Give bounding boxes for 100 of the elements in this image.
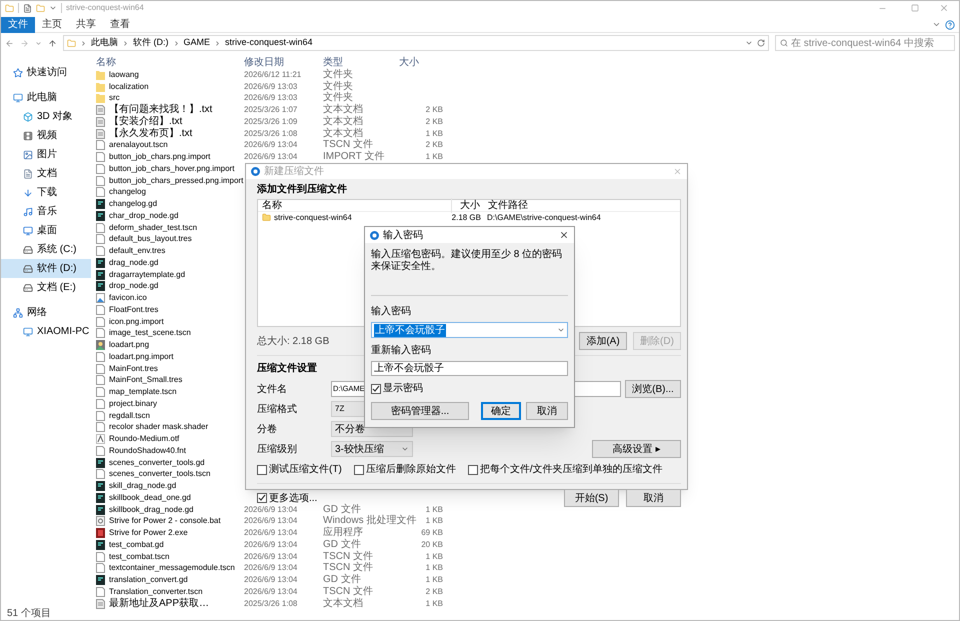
column-header[interactable]: 类型 (323, 54, 399, 70)
checkbox-label[interactable]: 把每个文件/文件夹压缩到单独的压缩文件 (480, 462, 663, 477)
file-name[interactable]: project.binary (109, 400, 158, 408)
file-name[interactable]: regdall.tscn (109, 412, 150, 420)
password-manager-button[interactable]: 密码管理器... (371, 402, 469, 420)
checkbox[interactable] (257, 464, 267, 474)
breadcrumb[interactable]: 此电脑 (91, 36, 118, 50)
refresh-icon[interactable] (757, 39, 765, 47)
file-name[interactable]: test_combat.gd (109, 540, 164, 549)
file-name[interactable]: loadart.png.import (109, 352, 174, 361)
caret-icon[interactable] (49, 4, 57, 12)
file-name[interactable]: textcontainer_messagemodule.tscn (109, 564, 235, 572)
history-caret-icon[interactable] (35, 40, 42, 46)
file-name[interactable]: laowang (109, 70, 139, 79)
file-name[interactable]: favicon.ico (109, 294, 147, 302)
help-icon[interactable] (945, 20, 955, 30)
expand-ribbon-icon[interactable] (932, 20, 941, 29)
file-name[interactable]: MainFont.tres (109, 364, 158, 373)
checkbox[interactable] (468, 464, 478, 474)
up-icon[interactable] (48, 38, 57, 48)
file-name[interactable]: scenes_converter_tools.tscn (109, 470, 210, 478)
file-name[interactable]: skillbook_dead_one.gd (109, 494, 191, 502)
file-name[interactable]: MainFont_Small.tres (109, 376, 182, 384)
sidebar-item[interactable]: 下载 (1, 183, 91, 202)
ok-button[interactable]: 确定 (481, 402, 521, 420)
file-name[interactable]: drop_node.gd (109, 282, 158, 290)
file-name[interactable]: Strive for Power 2 - console.bat (109, 517, 221, 526)
file-name[interactable]: scenes_converter_tools.gd (109, 458, 205, 467)
sidebar-item[interactable]: 图片 (1, 145, 91, 164)
back-icon[interactable] (5, 38, 14, 48)
checkbox-label[interactable]: 测试压缩文件(T) (269, 462, 342, 477)
file-name[interactable]: drag_node.gd (109, 258, 158, 267)
file-name[interactable]: translation_convert.gd (109, 576, 188, 584)
file-name[interactable]: deform_shader_test.tscn (109, 224, 198, 232)
file-name[interactable]: RoundoShadow40.fnt (109, 446, 186, 455)
file-name[interactable]: Translation_converter.tscn (109, 588, 203, 596)
file-name[interactable]: default_bus_layout.tres (109, 235, 192, 244)
file-name[interactable]: default_env.tres (109, 247, 166, 256)
file-name[interactable]: 【安装介绍】.txt (109, 116, 182, 127)
ribbon-tab[interactable]: 查看 (103, 16, 137, 32)
ribbon-tab[interactable]: 共享 (69, 16, 103, 32)
browse-button[interactable]: 浏览(B)... (625, 380, 681, 398)
file-name[interactable]: changelog.gd (109, 200, 158, 208)
file-name[interactable]: 【有问题来找我！】.txt (109, 105, 212, 116)
close-icon[interactable] (559, 230, 569, 240)
ribbon-tab[interactable]: 主页 (35, 16, 69, 32)
checkbox[interactable] (257, 493, 267, 503)
file-name[interactable]: button_job_chars.png.import (109, 153, 210, 162)
file-name[interactable]: char_drop_node.gd (109, 212, 178, 220)
file-name[interactable]: test_combat.tscn (109, 552, 170, 561)
file-name[interactable]: loadart.png (109, 341, 150, 350)
cancel-button[interactable]: 取消 (526, 402, 568, 420)
breadcrumb[interactable]: GAME (184, 36, 210, 50)
level-dropdown[interactable]: 3-较快压缩 (331, 441, 413, 457)
file-name[interactable]: Roundo-Medium.otf (109, 435, 180, 444)
file-name[interactable]: skillbook_drag_node.gd (109, 506, 194, 514)
file-name[interactable]: Strive for Power 2.exe (109, 529, 188, 538)
file-name[interactable]: src (109, 94, 120, 102)
caret-icon[interactable] (745, 39, 753, 47)
sidebar-item[interactable]: 音乐 (1, 202, 91, 221)
search-field[interactable]: 在 strive-conquest-win64 中搜索 (775, 35, 955, 51)
checkbox-label[interactable]: 更多选项... (269, 490, 318, 506)
file-name[interactable]: button_job_chars_hover.png.import (109, 164, 234, 173)
checkbox-label[interactable]: 压缩后删除原始文件 (366, 462, 456, 477)
breadcrumb[interactable]: 软件 (D:) (133, 36, 168, 50)
sidebar-item[interactable]: 视频 (1, 126, 91, 145)
sidebar-item[interactable]: 文档 (E:) (1, 278, 91, 297)
file-name[interactable]: 【永久发布页】.txt (109, 128, 192, 139)
file-name[interactable]: localization (109, 82, 149, 91)
sidebar-item[interactable]: XIAOMI-PC (1, 322, 91, 341)
file-name[interactable]: skill_drag_node.gd (109, 482, 176, 490)
advanced-settings-button[interactable]: 高级设置 ▸ (592, 440, 681, 458)
column-header[interactable]: 名称 (91, 54, 244, 70)
ribbon-tab[interactable]: 文件 (1, 16, 35, 32)
password-combo[interactable]: 上帝不会玩骰子 (371, 322, 568, 338)
column-header[interactable]: 修改日期 (244, 54, 323, 70)
properties-icon[interactable] (23, 4, 32, 12)
column-header[interactable]: 文件路径 (484, 198, 528, 213)
file-name[interactable]: changelog (109, 188, 146, 196)
file-name[interactable]: map_template.tscn (109, 388, 177, 396)
file-name[interactable]: strive-conquest-win64 (274, 214, 352, 222)
file-name[interactable]: icon.png.import (109, 318, 164, 326)
file-name[interactable]: button_job_chars_pressed.png.import (109, 176, 244, 185)
sidebar-item[interactable]: 此电脑 (1, 88, 91, 107)
start-button[interactable]: 开始(S) (564, 489, 619, 507)
checkbox-label[interactable]: 显示密码 (383, 381, 423, 396)
checkbox[interactable] (371, 384, 381, 394)
file-name[interactable]: image_test_scene.tscn (109, 329, 191, 338)
sidebar-item[interactable]: 文档 (1, 164, 91, 183)
sidebar-item[interactable]: 软件 (D:) (1, 259, 91, 278)
file-name[interactable]: recolor shader mask.shader (109, 423, 208, 432)
sidebar-item[interactable]: 系统 (C:) (1, 240, 91, 259)
cancel-button[interactable]: 取消 (626, 489, 681, 507)
confirm-password-field[interactable]: 上帝不会玩骰子 (371, 361, 568, 376)
sidebar-item[interactable]: 快速访问 (1, 63, 91, 82)
file-name[interactable]: 最新地址及APP获取… (109, 598, 210, 609)
column-header[interactable]: 大小 (452, 198, 484, 213)
address-bar[interactable]: 此电脑 软件 (D:) GAME strive-conquest-win64 (63, 35, 769, 51)
breadcrumb[interactable]: strive-conquest-win64 (225, 36, 313, 50)
add-button[interactable]: 添加(A) (579, 332, 627, 350)
